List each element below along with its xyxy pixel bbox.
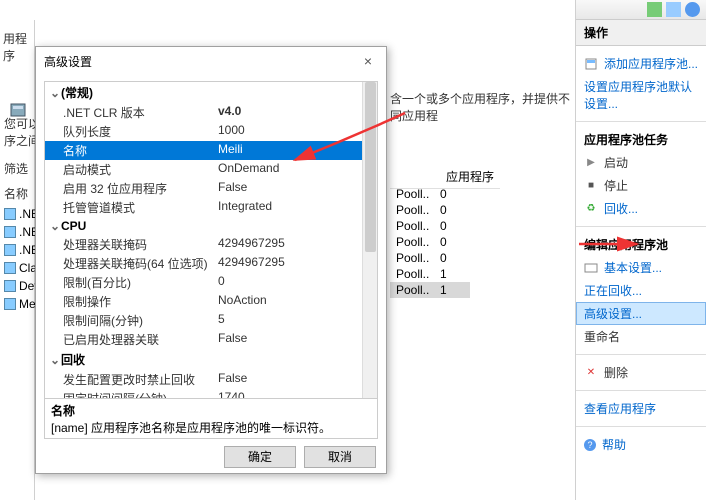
list-item[interactable]: .NE <box>4 241 39 259</box>
table-row[interactable]: Pooll..0 <box>390 218 470 234</box>
tasks-title: 应用程序池任务 <box>576 128 706 151</box>
prop-no-recycle-config[interactable]: 发生配置更改时禁止回收False <box>45 370 362 389</box>
action-advanced-settings[interactable]: 高级设置... <box>576 302 706 325</box>
property-grid[interactable]: ⌄(常规) .NET CLR 版本v4.0 队列长度1000 名称Meili 启… <box>44 81 378 399</box>
help-icon[interactable] <box>685 2 700 17</box>
stop-icon: ■ <box>584 179 598 193</box>
dialog-titlebar[interactable]: 高级设置 × <box>36 47 386 75</box>
prop-limit-interval[interactable]: 限制间隔(分钟)5 <box>45 311 362 330</box>
actions-panel: 操作 添加应用程序池... 设置应用程序池默认设置... 应用程序池任务 ▶启动… <box>576 20 706 500</box>
description-text: [name] 应用程序池名称是应用程序池的唯一标识符。 <box>51 419 371 436</box>
tool-icon-2[interactable] <box>666 2 681 17</box>
action-set-default[interactable]: 设置应用程序池默认设置... <box>576 75 706 115</box>
scrollbar-thumb[interactable] <box>365 82 376 252</box>
prop-clr-version[interactable]: .NET CLR 版本v4.0 <box>45 103 362 122</box>
prop-affinity-mask64[interactable]: 处理器关联掩码(64 位选项)4294967295 <box>45 254 362 273</box>
list-item[interactable]: Def <box>4 277 39 295</box>
action-stop[interactable]: ■停止 <box>576 174 706 197</box>
scrollbar[interactable] <box>362 82 377 398</box>
prop-affinity-enabled[interactable]: 已启用处理器关联False <box>45 330 362 349</box>
close-button[interactable]: × <box>358 53 378 69</box>
table-row[interactable]: Pooll..0 <box>390 186 470 202</box>
category-cpu[interactable]: ⌄CPU <box>45 217 362 235</box>
prop-start-mode[interactable]: 启动模式OnDemand <box>45 160 362 179</box>
prop-affinity-mask[interactable]: 处理器关联掩码4294967295 <box>45 235 362 254</box>
prop-fixed-interval[interactable]: 固定时间间隔(分钟)1740 <box>45 389 362 399</box>
description-panel: 名称 [name] 应用程序池名称是应用程序池的唯一标识符。 <box>44 399 378 439</box>
dialog-title: 高级设置 <box>44 53 92 70</box>
prop-enable-32bit[interactable]: 启用 32 位应用程序False <box>45 179 362 198</box>
table-row[interactable]: Pooll..1 <box>390 282 470 298</box>
action-start[interactable]: ▶启动 <box>576 151 706 174</box>
table-row[interactable]: Pooll..0 <box>390 202 470 218</box>
edit-title: 编辑应用程序池 <box>576 233 706 256</box>
play-icon: ▶ <box>584 156 598 170</box>
category-recycle[interactable]: ⌄回收 <box>45 349 362 370</box>
action-add-pool[interactable]: 添加应用程序池... <box>576 52 706 75</box>
prop-queue-length[interactable]: 队列长度1000 <box>45 122 362 141</box>
bg-table-rows: Pooll..0Pooll..0Pooll..0Pooll..0Pooll..0… <box>390 186 470 298</box>
tool-icon-1[interactable] <box>647 2 662 17</box>
action-help[interactable]: ?帮助 <box>576 433 706 456</box>
prop-name[interactable]: 名称Meili <box>45 141 362 160</box>
chevron-down-icon[interactable]: ⌄ <box>49 86 61 100</box>
help-icon: ? <box>584 439 596 451</box>
action-rename[interactable]: 重命名 <box>576 325 706 348</box>
action-basic-settings[interactable]: 基本设置... <box>576 256 706 279</box>
table-row[interactable]: Pooll..0 <box>390 250 470 266</box>
cancel-button[interactable]: 取消 <box>304 446 376 468</box>
prop-limit-action[interactable]: 限制操作NoAction <box>45 292 362 311</box>
chevron-down-icon[interactable]: ⌄ <box>49 219 61 233</box>
action-recycling[interactable]: 正在回收... <box>576 279 706 302</box>
col-apps-header: 应用程序 <box>440 165 500 188</box>
table-row[interactable]: Pooll..0 <box>390 234 470 250</box>
filter-label: 筛选 <box>4 160 28 178</box>
add-icon <box>584 57 598 71</box>
recycle-icon: ♻ <box>584 202 598 216</box>
actions-header: 操作 <box>576 20 706 46</box>
prop-pipeline-mode[interactable]: 托管管道模式Integrated <box>45 198 362 217</box>
action-recycle[interactable]: ♻回收... <box>576 197 706 220</box>
list-item[interactable]: Me <box>4 295 39 313</box>
prop-limit-percent[interactable]: 限制(百分比)0 <box>45 273 362 292</box>
list-item[interactable]: Cla <box>4 259 39 277</box>
advanced-settings-dialog: 高级设置 × ⌄(常规) .NET CLR 版本v4.0 队列长度1000 名称… <box>35 46 387 474</box>
col-name-header: 名称 <box>4 185 28 202</box>
chevron-down-icon[interactable]: ⌄ <box>49 353 61 367</box>
delete-icon: ✕ <box>584 366 598 380</box>
category-general[interactable]: ⌄(常规) <box>45 82 362 103</box>
list-item[interactable]: .NE <box>4 205 39 223</box>
ok-button[interactable]: 确定 <box>224 446 296 468</box>
list-item[interactable]: .NE <box>4 223 39 241</box>
settings-icon <box>584 261 598 275</box>
description-title: 名称 <box>51 402 371 419</box>
action-view-apps[interactable]: 查看应用程序 <box>576 397 706 420</box>
table-row[interactable]: Pooll..1 <box>390 266 470 282</box>
action-delete[interactable]: ✕删除 <box>576 361 706 384</box>
